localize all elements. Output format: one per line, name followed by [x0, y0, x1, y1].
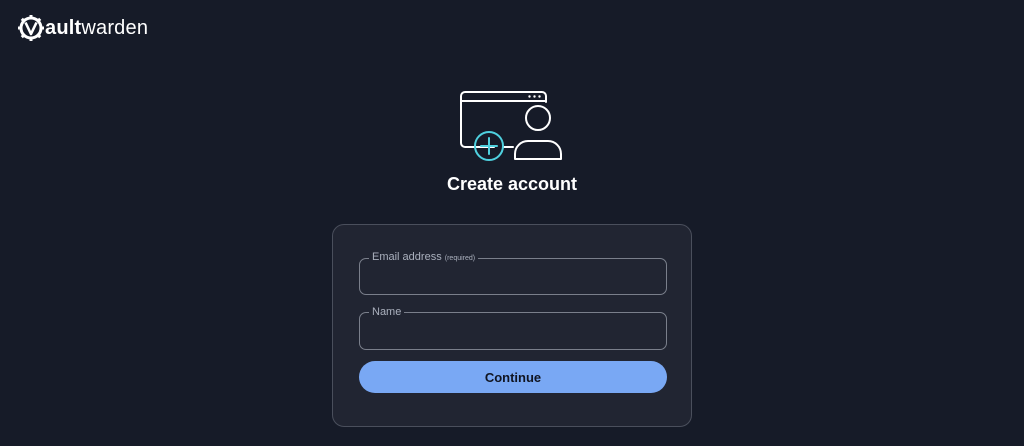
name-field[interactable]: Name: [359, 307, 667, 350]
email-field[interactable]: Email address (required): [359, 252, 667, 295]
email-label-text: Email address: [372, 251, 442, 263]
logo-wordmark-bold: ault: [45, 17, 82, 39]
email-field-label: Email address (required): [369, 252, 478, 264]
create-account-illustration-icon: [460, 91, 562, 161]
email-required-note: (required): [444, 255, 476, 262]
vaultwarden-logo[interactable]: aultwarden: [17, 13, 148, 43]
name-field-label: Name: [372, 306, 402, 318]
logo-wordmark-light: warden: [81, 17, 149, 39]
continue-button[interactable]: Continue: [359, 361, 667, 393]
vaultwarden-gear-icon: [18, 15, 44, 41]
name-input[interactable]: [370, 328, 656, 348]
create-account-card: Email address (required) Name Continue: [332, 224, 692, 427]
email-input[interactable]: [370, 274, 656, 294]
page-title: Create account: [446, 174, 578, 194]
logo-wordmark: aultwarden: [45, 14, 148, 42]
